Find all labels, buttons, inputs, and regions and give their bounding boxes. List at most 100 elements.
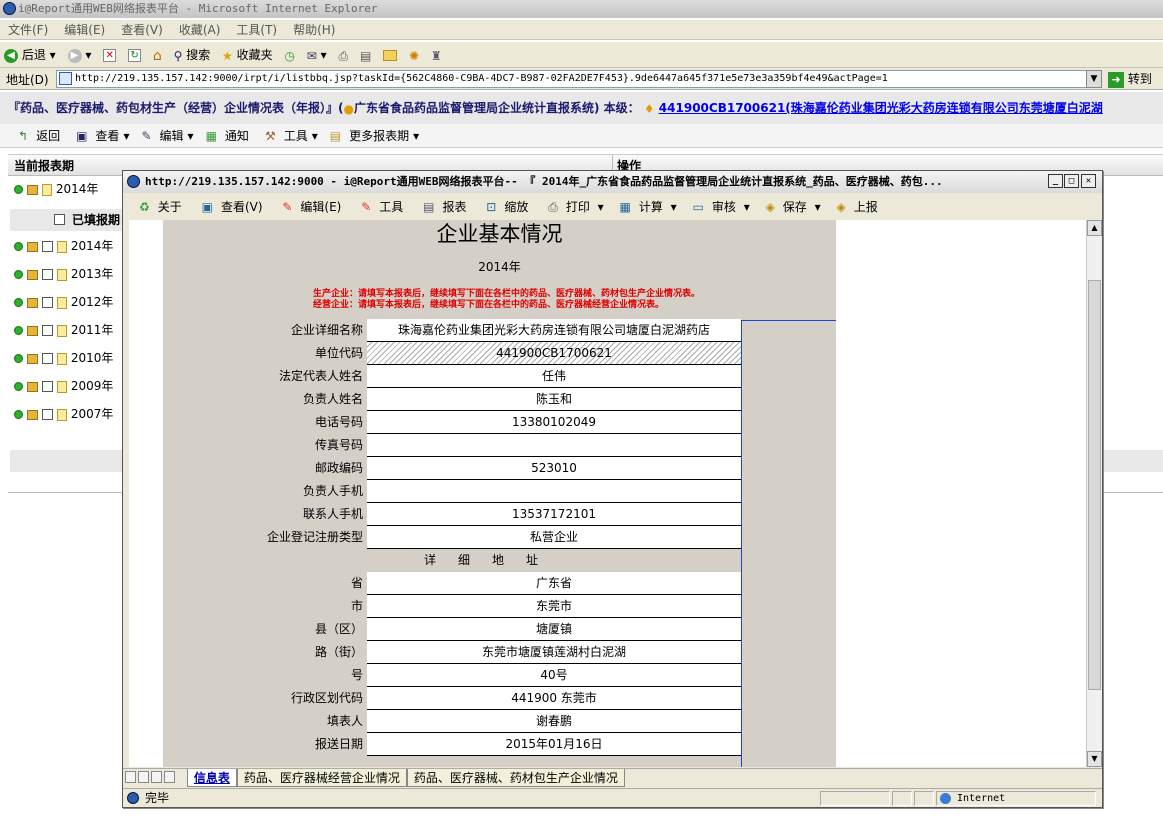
tools-button[interactable]: ✎ 工具 xyxy=(353,195,411,219)
go-button[interactable]: ➜ 转到 xyxy=(1108,70,1152,88)
edit-page-button[interactable]: ▤ xyxy=(356,44,375,66)
legal-rep-field[interactable]: 任伟 xyxy=(367,365,741,388)
window-title-bar: i@Report通用WEB网络报表平台 - Microsoft Internet… xyxy=(0,0,1163,18)
street-field[interactable]: 东莞市塘厦镇莲湖村白泥湖 xyxy=(367,641,741,664)
period-row[interactable]: 2013年 xyxy=(14,264,113,284)
tools-menu[interactable]: ⚒ 工具 ▾ xyxy=(257,124,322,148)
fax-field[interactable] xyxy=(367,434,741,457)
back-button[interactable]: ◀ 后退 ▾ xyxy=(0,44,60,66)
menu-help[interactable]: 帮助(H) xyxy=(285,20,343,40)
last-sheet-button[interactable] xyxy=(164,770,175,783)
stop-button[interactable]: ✕ xyxy=(99,44,120,66)
print-button[interactable]: ⎙ xyxy=(335,44,353,66)
row-checkbox[interactable] xyxy=(42,297,53,308)
city-field[interactable]: 东莞市 xyxy=(367,595,741,618)
audit-button[interactable]: ▭ 审核 ▾ xyxy=(685,195,754,219)
phone-field[interactable]: 13380102049 xyxy=(367,411,741,434)
minimize-button[interactable]: _ xyxy=(1048,174,1063,188)
save-button[interactable]: ◈ 保存 ▾ xyxy=(758,195,825,219)
report-button[interactable]: ▤ 报表 xyxy=(415,195,474,219)
form-canvas: 企业基本情况 2014年 生产企业：请填写本报表后，继续填写下面在各栏中的药品、… xyxy=(163,220,836,767)
county-field[interactable]: 塘厦镇 xyxy=(367,618,741,641)
vertical-scrollbar[interactable]: ▲ ▼ xyxy=(1086,220,1102,767)
view-menu-label: 查看 xyxy=(95,129,120,143)
view-button[interactable]: ▣ 查看(V) xyxy=(194,195,271,219)
tab-trade-enterprise[interactable]: 药品、医疗器械经营企业情况 xyxy=(236,769,407,787)
scroll-up-button[interactable]: ▲ xyxy=(1087,220,1102,236)
address-url: http://219.135.157.142:9000/irpt/i/listb… xyxy=(75,73,888,84)
select-all-checkbox[interactable] xyxy=(54,214,65,225)
search-button[interactable]: ⚲ 搜索 xyxy=(170,44,215,66)
status-green-icon xyxy=(14,410,23,419)
submit-button[interactable]: ◈ 上报 xyxy=(828,195,885,219)
edit-button[interactable]: ✎ 编辑(E) xyxy=(274,195,349,219)
manager-mobile-field[interactable] xyxy=(367,480,741,503)
mail-button[interactable]: ✉ ▾ xyxy=(303,44,331,66)
prev-sheet-button[interactable] xyxy=(138,770,149,783)
notify-button[interactable]: ▦ 通知 xyxy=(198,124,257,148)
more-periods-menu[interactable]: ▤ 更多报表期 ▾ xyxy=(322,124,423,148)
district-code-field[interactable]: 441900 东莞市 xyxy=(367,687,741,710)
close-button[interactable]: ✕ xyxy=(1081,174,1096,188)
row-checkbox[interactable] xyxy=(42,325,53,336)
zoom-button[interactable]: ⊡ 缩放 xyxy=(478,195,536,219)
current-period-row[interactable]: 2014年 xyxy=(14,179,98,199)
menu-edit[interactable]: 编辑(E) xyxy=(56,20,113,40)
tab-info[interactable]: 信息表 xyxy=(186,769,237,787)
manager-name-field[interactable]: 陈玉和 xyxy=(367,388,741,411)
ie-logo-icon xyxy=(127,175,140,188)
period-label: 2010年 xyxy=(70,351,114,365)
row-checkbox[interactable] xyxy=(42,409,53,420)
contact-mobile-field[interactable]: 13537172101 xyxy=(367,503,741,526)
menu-favorites[interactable]: 收藏(A) xyxy=(171,20,229,40)
about-button[interactable]: ♻ 关于 xyxy=(131,195,190,219)
refresh-button[interactable]: ↻ xyxy=(124,44,145,66)
messenger-button[interactable]: ✺ xyxy=(405,44,423,66)
calculate-button[interactable]: ▦ 计算 ▾ xyxy=(612,195,681,219)
menu-view[interactable]: 查看(V) xyxy=(113,20,171,40)
row-checkbox[interactable] xyxy=(42,241,53,252)
filled-period-label: 已填报期 xyxy=(72,213,121,227)
maximize-button[interactable]: □ xyxy=(1064,174,1079,188)
view-menu[interactable]: ▣ 查看 ▾ xyxy=(68,124,133,148)
banner-unit-link[interactable]: 441900CB1700621(珠海嘉伦药业集团光彩大药房连锁有限公司东莞塘厦白… xyxy=(659,101,1103,115)
scroll-thumb[interactable] xyxy=(1088,280,1101,690)
scroll-down-button[interactable]: ▼ xyxy=(1087,751,1102,767)
row-checkbox[interactable] xyxy=(42,269,53,280)
favorites-button[interactable]: ★ 收藏夹 xyxy=(218,44,277,66)
next-sheet-button[interactable] xyxy=(151,770,162,783)
history-button[interactable]: ◷ xyxy=(280,44,298,66)
number-field[interactable]: 40号 xyxy=(367,664,741,687)
first-sheet-button[interactable] xyxy=(125,770,136,783)
print-button[interactable]: ⎙ 打印 ▾ xyxy=(540,195,607,219)
menu-file[interactable]: 文件(F) xyxy=(0,20,56,40)
home-button[interactable]: ⌂ xyxy=(149,44,166,66)
row-checkbox[interactable] xyxy=(42,353,53,364)
research-button[interactable]: ♜ xyxy=(427,44,446,66)
address-input[interactable]: http://219.135.157.142:9000/irpt/i/listb… xyxy=(56,70,1102,88)
company-name-field[interactable]: 珠海嘉伦药业集团光彩大药房连锁有限公司塘厦白泥湖药店 xyxy=(367,319,741,342)
popup-title-bar[interactable]: http://219.135.157.142:9000 - i@Report通用… xyxy=(123,171,1102,193)
forward-button[interactable]: ▶ ▾ xyxy=(64,44,96,66)
star-icon: ★ xyxy=(222,48,233,63)
submit-date-field[interactable]: 2015年01月16日 xyxy=(367,733,741,756)
row-checkbox[interactable] xyxy=(42,381,53,392)
period-row[interactable]: 2010年 xyxy=(14,348,113,368)
province-field[interactable]: 广东省 xyxy=(367,572,741,595)
period-row[interactable]: 2009年 xyxy=(14,376,113,396)
folder-button[interactable] xyxy=(379,44,401,66)
period-row[interactable]: 2012年 xyxy=(14,292,113,312)
more-periods-label: 更多报表期 xyxy=(349,129,410,143)
period-row[interactable]: 2014年 xyxy=(14,236,113,256)
period-row[interactable]: 2011年 xyxy=(14,320,113,340)
view-icon: ▣ xyxy=(76,129,88,143)
tab-production-enterprise[interactable]: 药品、医疗器械、药材包生产企业情况 xyxy=(406,769,625,787)
menu-tools[interactable]: 工具(T) xyxy=(228,20,285,40)
filler-field[interactable]: 谢春鹏 xyxy=(367,710,741,733)
postcode-field[interactable]: 523010 xyxy=(367,457,741,480)
edit-menu[interactable]: ✎ 编辑 ▾ xyxy=(133,124,197,148)
back-action[interactable]: ↰ 返回 xyxy=(10,124,68,148)
period-row[interactable]: 2007年 xyxy=(14,404,113,424)
address-dropdown-arrow[interactable]: ▼ xyxy=(1086,70,1102,88)
registration-type-field[interactable]: 私营企业 xyxy=(367,526,741,549)
